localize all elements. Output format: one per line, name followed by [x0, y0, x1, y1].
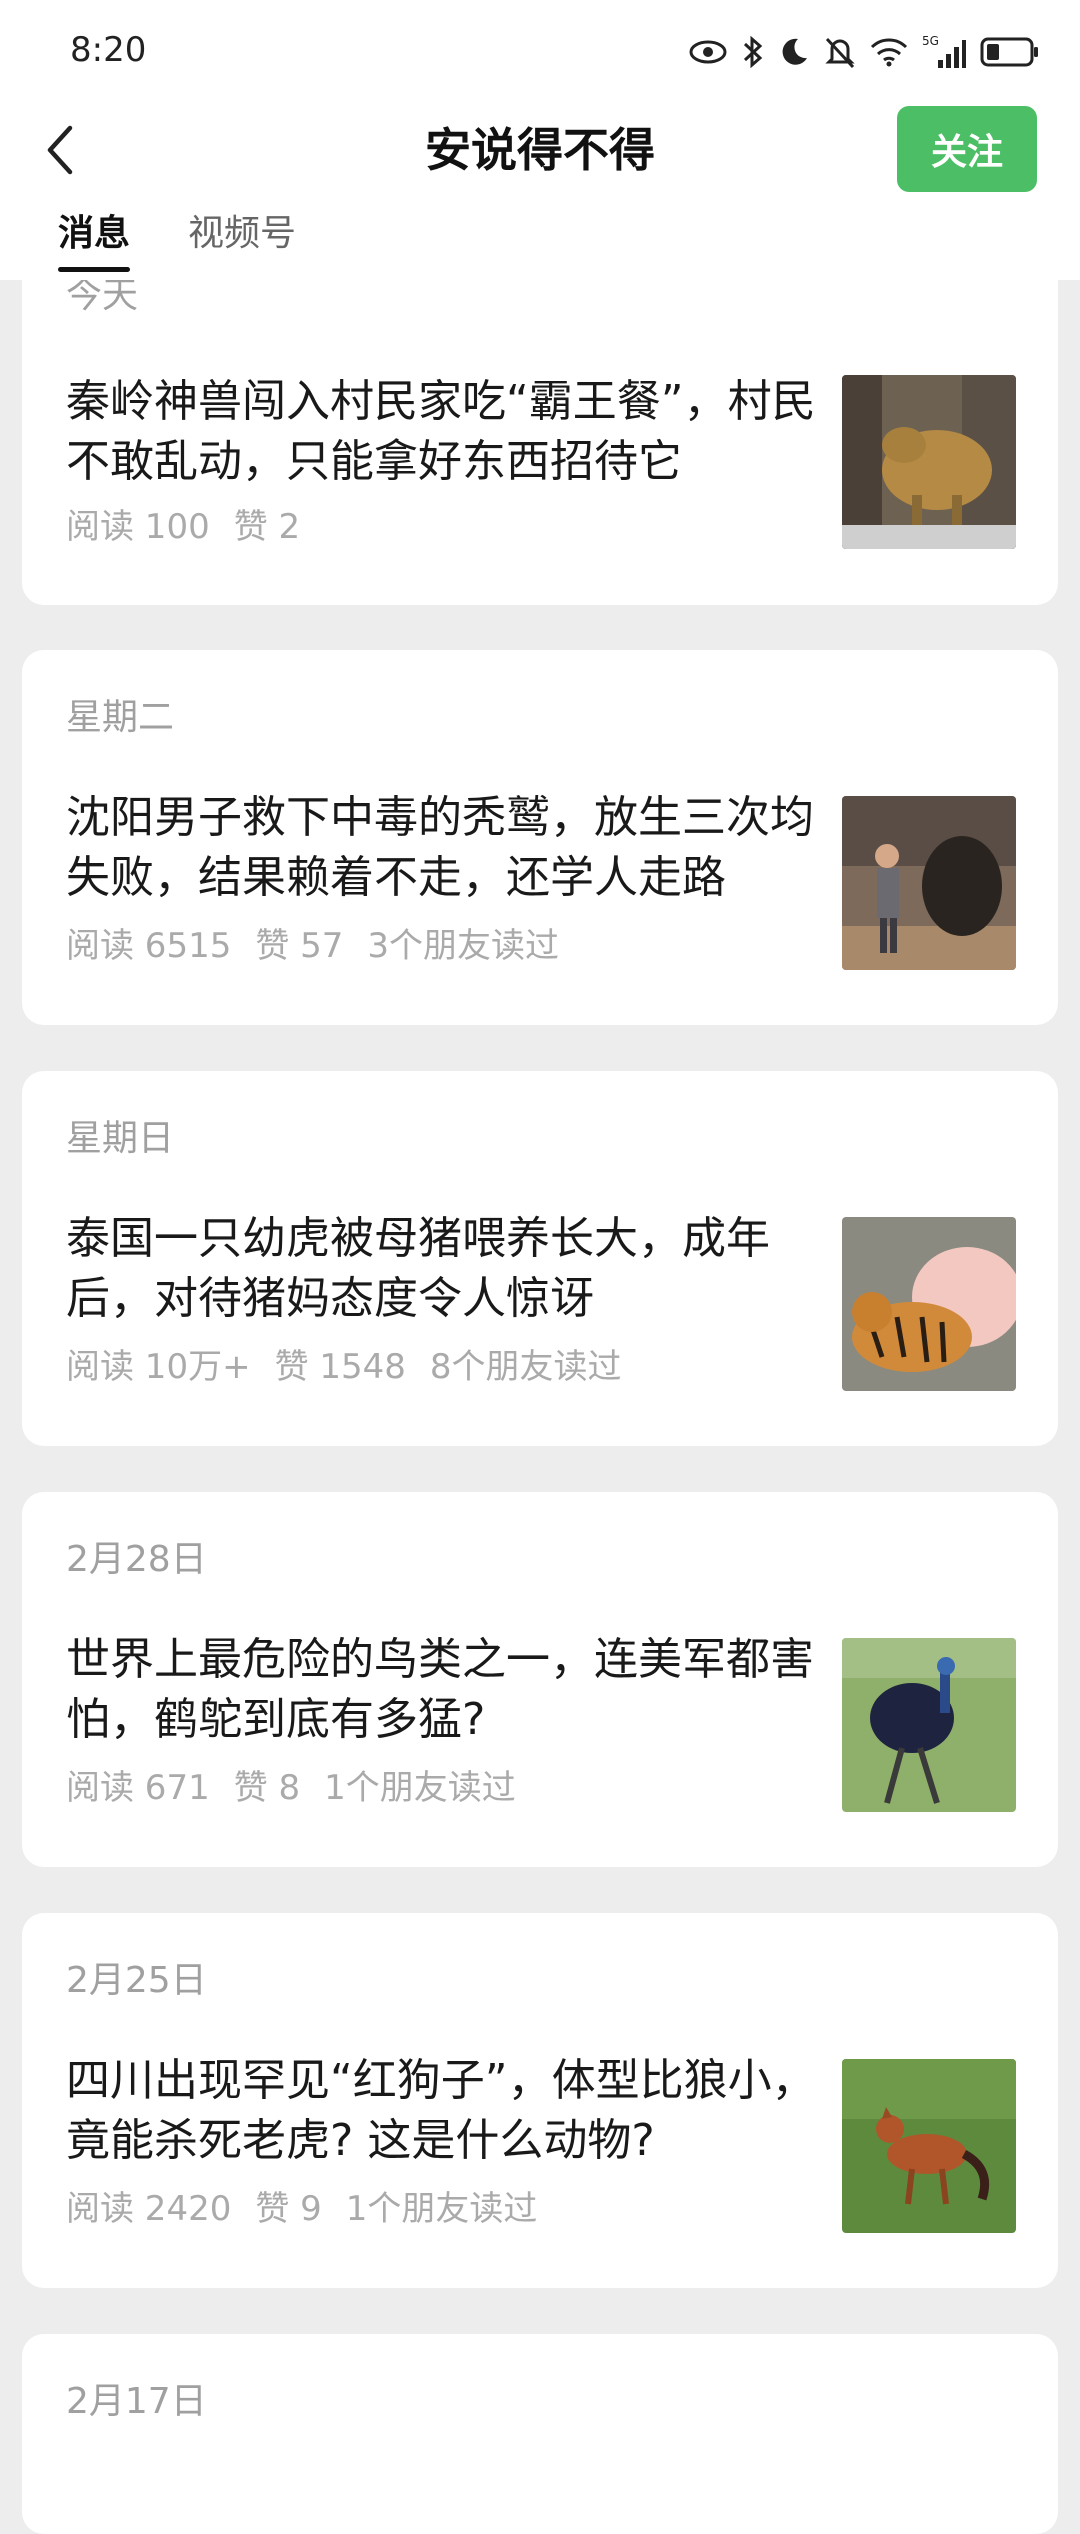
- header: 8:20 5G 安说得不得 关注 消息 视频号: [0, 0, 1080, 280]
- wifi-icon: [870, 37, 908, 67]
- article-date: 2月17日: [66, 2381, 207, 2422]
- status-icons: 5G: [688, 30, 1040, 74]
- article-card[interactable]: 2月28日 世界上最危险的鸟类之一，连美军都害怕，鹤鸵到底有多猛? 阅读 671…: [22, 1492, 1058, 1867]
- tab-channels[interactable]: 视频号: [188, 208, 296, 260]
- article-meta: 阅读 100 赞 2: [66, 505, 300, 549]
- follow-button[interactable]: 关注: [897, 106, 1037, 192]
- moon-icon: [778, 36, 810, 68]
- tab-bar: 消息 视频号: [0, 200, 1080, 280]
- friends-read: 3个朋友读过: [367, 926, 560, 966]
- article-title: 秦岭神兽闯入村民家吃“霸王餐”，村民不敢乱动，只能拿好东西招待它: [66, 376, 816, 487]
- article-date: 今天: [66, 275, 139, 316]
- status-bar: 8:20 5G: [0, 0, 1080, 100]
- article-title: 泰国一只幼虎被母猪喂养长大，成年后，对待猪妈态度令人惊讶: [66, 1213, 770, 1324]
- read-count: 阅读 100: [66, 507, 210, 547]
- article-date: 2月25日: [66, 1960, 207, 2001]
- eye-icon: [688, 38, 728, 66]
- read-count: 阅读 2420: [66, 2189, 232, 2229]
- article-title: 世界上最危险的鸟类之一，连美军都害怕，鹤鸵到底有多猛?: [66, 1634, 814, 1745]
- article-thumbnail: [842, 1217, 1016, 1391]
- article-card[interactable]: 2月25日 四川出现罕见“红狗子”，体型比狼小，竟能杀死老虎? 这是什么动物? …: [22, 1913, 1058, 2288]
- article-meta: 阅读 2420 赞 9 1个朋友读过: [66, 2187, 537, 2231]
- read-count: 阅读 6515: [66, 926, 232, 966]
- article-date: 星期二: [66, 697, 175, 738]
- tab-messages[interactable]: 消息: [58, 208, 131, 272]
- article-thumbnail: [842, 796, 1016, 970]
- article-card[interactable]: 2月17日: [22, 2334, 1058, 2534]
- bluetooth-icon: [742, 34, 764, 70]
- like-count: 赞 2: [233, 507, 301, 547]
- article-title: 四川出现罕见“红狗子”，体型比狼小，竟能杀死老虎? 这是什么动物?: [66, 2055, 816, 2166]
- article-thumbnail: [842, 1638, 1016, 1812]
- article-meta: 阅读 6515 赞 57 3个朋友读过: [66, 924, 559, 968]
- read-count: 阅读 671: [66, 1768, 210, 1808]
- friends-read: 1个朋友读过: [324, 1768, 516, 1808]
- article-date: 2月28日: [66, 1539, 207, 1580]
- bell-muted-icon: [824, 35, 856, 69]
- article-date: 星期日: [66, 1118, 175, 1159]
- status-time: 8:20: [70, 30, 147, 70]
- friends-read: 8个朋友读过: [429, 1347, 622, 1387]
- article-card[interactable]: 星期日 泰国一只幼虎被母猪喂养长大，成年后，对待猪妈态度令人惊讶 阅读 10万+…: [22, 1071, 1058, 1446]
- battery-icon: [980, 36, 1040, 68]
- friends-read: 1个朋友读过: [345, 2189, 538, 2229]
- like-count: 赞 1548: [274, 1347, 406, 1387]
- like-count: 赞 57: [255, 926, 344, 966]
- network-type: 5G: [922, 34, 939, 48]
- signal-icon: 5G: [922, 34, 966, 70]
- article-meta: 阅读 671 赞 8 1个朋友读过: [66, 1766, 516, 1810]
- read-count: 阅读 10万+: [66, 1347, 251, 1387]
- article-title: 沈阳男子救下中毒的秃鹫，放生三次均失败，结果赖着不走，还学人走路: [66, 792, 814, 903]
- like-count: 赞 8: [233, 1768, 301, 1808]
- like-count: 赞 9: [255, 2189, 322, 2229]
- article-card[interactable]: 星期二 沈阳男子救下中毒的秃鹫，放生三次均失败，结果赖着不走，还学人走路 阅读 …: [22, 650, 1058, 1025]
- article-thumbnail: [842, 375, 1016, 549]
- nav-bar: 安说得不得 关注: [0, 100, 1080, 200]
- article-meta: 阅读 10万+ 赞 1548 8个朋友读过: [66, 1345, 622, 1389]
- article-thumbnail: [842, 2059, 1016, 2233]
